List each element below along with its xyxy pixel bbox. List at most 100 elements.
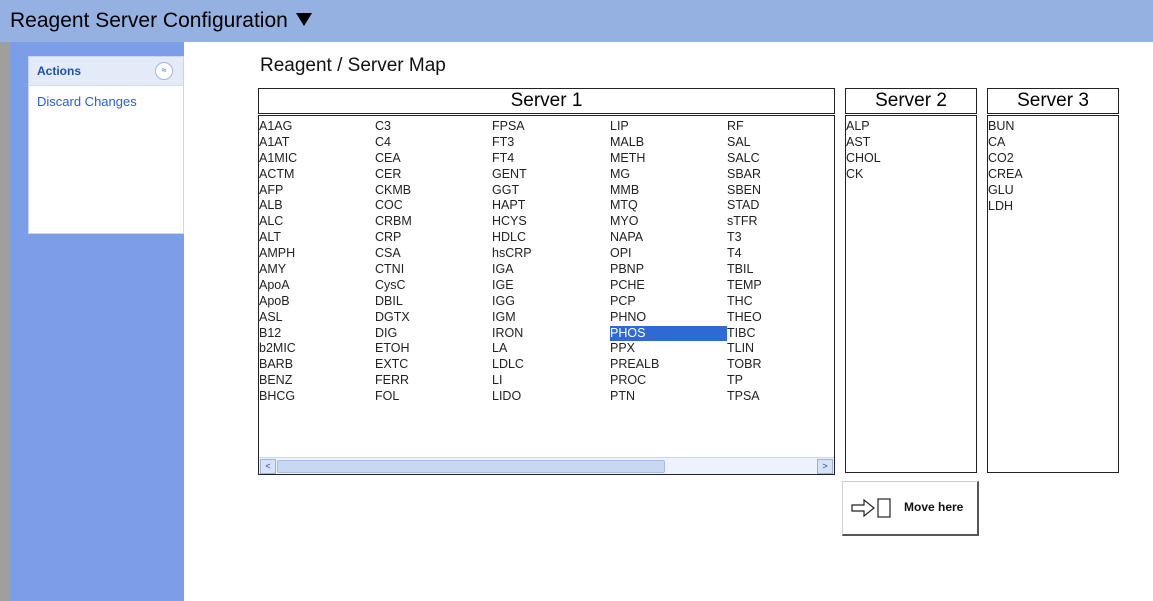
reagent-item[interactable]: B12 — [259, 326, 375, 342]
reagent-item[interactable]: CO2 — [988, 151, 1023, 167]
reagent-item[interactable]: CER — [375, 167, 492, 183]
reagent-item[interactable]: IGA — [492, 262, 610, 278]
reagent-item[interactable]: RF — [727, 119, 832, 135]
reagent-item[interactable]: PHNO — [610, 310, 727, 326]
reagent-item[interactable]: LI — [492, 373, 610, 389]
scrollbar-thumb[interactable] — [277, 460, 665, 473]
reagent-item[interactable]: CREA — [988, 167, 1023, 183]
reagent-item[interactable]: DBIL — [375, 294, 492, 310]
reagent-item[interactable]: FT3 — [492, 135, 610, 151]
reagent-item[interactable]: ApoA — [259, 278, 375, 294]
reagent-item[interactable]: CTNI — [375, 262, 492, 278]
reagent-item[interactable]: FERR — [375, 373, 492, 389]
reagent-item[interactable]: EXTC — [375, 357, 492, 373]
reagent-item[interactable]: MYO — [610, 214, 727, 230]
reagent-item[interactable]: MMB — [610, 183, 727, 199]
reagent-item[interactable]: ApoB — [259, 294, 375, 310]
reagent-item[interactable]: ALB — [259, 198, 375, 214]
reagent-item[interactable]: MG — [610, 167, 727, 183]
reagent-item[interactable]: FPSA — [492, 119, 610, 135]
move-here-button[interactable]: Move here — [842, 481, 979, 536]
reagent-item[interactable]: HDLC — [492, 230, 610, 246]
reagent-item[interactable]: A1AT — [259, 135, 375, 151]
server-2-reagent-list[interactable]: ALP AST CHOL CK — [845, 115, 977, 473]
scroll-left-arrow-icon[interactable]: < — [260, 459, 276, 474]
reagent-item[interactable]: PHOS — [610, 325, 727, 342]
reagent-item[interactable]: sTFR — [727, 214, 832, 230]
reagent-item[interactable]: PREALB — [610, 357, 727, 373]
discard-changes-link[interactable]: Discard Changes — [37, 94, 137, 109]
reagent-item[interactable]: T4 — [727, 246, 832, 262]
reagent-item[interactable]: OPI — [610, 246, 727, 262]
collapse-icon[interactable]: ≈ — [155, 62, 173, 80]
reagent-item[interactable]: CHOL — [846, 151, 881, 167]
reagent-item[interactable]: C4 — [375, 135, 492, 151]
reagent-item[interactable]: DGTX — [375, 310, 492, 326]
reagent-item[interactable]: AMY — [259, 262, 375, 278]
server-1-reagent-list[interactable]: A1AG C3 FPSA LIP RF A1AT C4 FT3 MALB SAL A1MIC CEA F… — [258, 115, 835, 475]
reagent-item[interactable]: IGG — [492, 294, 610, 310]
reagent-item[interactable]: PCHE — [610, 278, 727, 294]
reagent-item[interactable]: BHCG — [259, 389, 375, 405]
reagent-item[interactable]: SALC — [727, 151, 832, 167]
reagent-item[interactable]: NAPA — [610, 230, 727, 246]
reagent-item[interactable]: CSA — [375, 246, 492, 262]
reagent-item[interactable]: HAPT — [492, 198, 610, 214]
reagent-item[interactable]: TPSA — [727, 389, 832, 405]
scroll-right-arrow-icon[interactable]: > — [817, 459, 833, 474]
reagent-item[interactable]: LIDO — [492, 389, 610, 405]
reagent-item[interactable]: MALB — [610, 135, 727, 151]
reagent-item[interactable]: TLIN — [727, 341, 832, 357]
reagent-item[interactable]: ASL — [259, 310, 375, 326]
reagent-item[interactable]: CysC — [375, 278, 492, 294]
reagent-item[interactable]: BENZ — [259, 373, 375, 389]
reagent-item[interactable]: SAL — [727, 135, 832, 151]
reagent-item[interactable]: GENT — [492, 167, 610, 183]
reagent-item[interactable]: HCYS — [492, 214, 610, 230]
reagent-item[interactable]: LA — [492, 341, 610, 357]
reagent-item[interactable]: CRP — [375, 230, 492, 246]
reagent-item[interactable]: CEA — [375, 151, 492, 167]
reagent-item[interactable]: A1AG — [259, 119, 375, 135]
reagent-item[interactable]: ALP — [846, 119, 881, 135]
reagent-item[interactable]: hsCRP — [492, 246, 610, 262]
horizontal-scrollbar[interactable]: < > — [259, 457, 834, 474]
reagent-item[interactable]: CA — [988, 135, 1023, 151]
reagent-item[interactable]: IRON — [492, 326, 610, 342]
reagent-item[interactable]: b2MIC — [259, 341, 375, 357]
reagent-item[interactable]: ACTM — [259, 167, 375, 183]
app-title[interactable]: Reagent Server Configuration — [10, 8, 312, 34]
reagent-item[interactable]: FT4 — [492, 151, 610, 167]
reagent-item[interactable]: GLU — [988, 183, 1023, 199]
reagent-item[interactable]: PBNP — [610, 262, 727, 278]
reagent-item[interactable]: BARB — [259, 357, 375, 373]
reagent-item[interactable]: PROC — [610, 373, 727, 389]
reagent-item[interactable]: IGM — [492, 310, 610, 326]
reagent-item[interactable]: THEO — [727, 310, 832, 326]
server-3-reagent-list[interactable]: BUN CA CO2 CREA GLU LDH — [987, 115, 1119, 473]
reagent-item[interactable]: DIG — [375, 326, 492, 342]
reagent-item[interactable]: TP — [727, 373, 832, 389]
reagent-item[interactable]: LIP — [610, 119, 727, 135]
dropdown-arrow-icon[interactable] — [295, 12, 312, 26]
reagent-item[interactable]: TBIL — [727, 262, 832, 278]
reagent-item[interactable]: TOBR — [727, 357, 832, 373]
reagent-item[interactable]: COC — [375, 198, 492, 214]
reagent-item[interactable]: ALT — [259, 230, 375, 246]
reagent-item[interactable]: A1MIC — [259, 151, 375, 167]
reagent-item[interactable]: AMPH — [259, 246, 375, 262]
reagent-item[interactable]: TEMP — [727, 278, 832, 294]
reagent-item[interactable]: PTN — [610, 389, 727, 405]
reagent-item[interactable]: T3 — [727, 230, 832, 246]
reagent-item[interactable]: AFP — [259, 183, 375, 199]
reagent-item[interactable]: LDLC — [492, 357, 610, 373]
reagent-item[interactable]: THC — [727, 294, 832, 310]
reagent-item[interactable]: MTQ — [610, 198, 727, 214]
reagent-item[interactable]: FOL — [375, 389, 492, 405]
reagent-item[interactable]: STAD — [727, 198, 832, 214]
reagent-item[interactable]: TIBC — [727, 326, 832, 342]
reagent-item[interactable]: SBEN — [727, 183, 832, 199]
reagent-item[interactable]: CK — [846, 167, 881, 183]
reagent-item[interactable]: METH — [610, 151, 727, 167]
reagent-item[interactable]: IGE — [492, 278, 610, 294]
